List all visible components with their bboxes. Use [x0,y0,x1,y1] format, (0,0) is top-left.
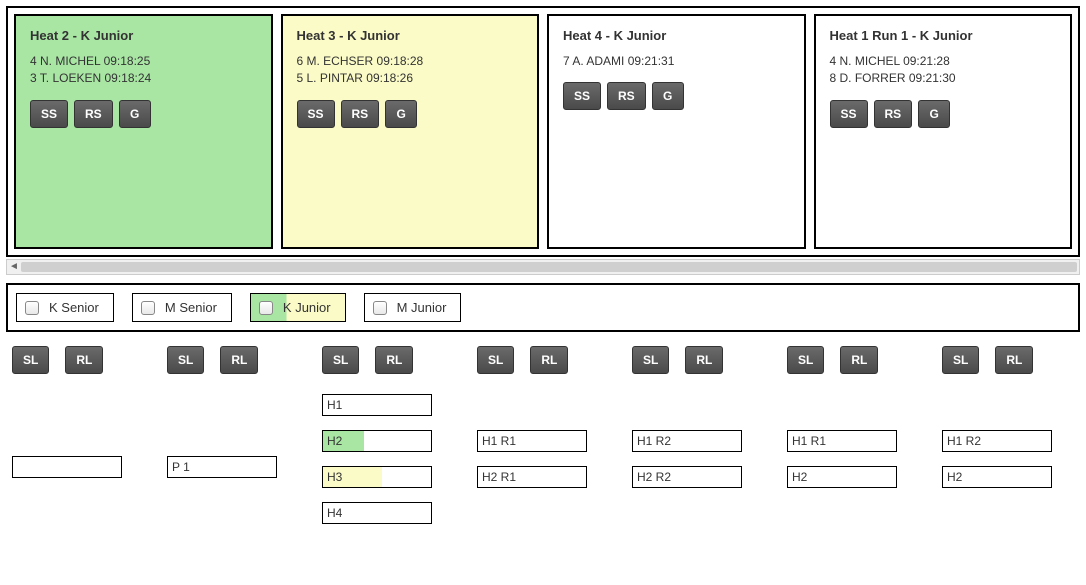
scroll-left-icon[interactable]: ◄ [9,260,19,274]
checkbox-icon[interactable] [373,301,387,315]
horizontal-scrollbar[interactable]: ◄ [6,259,1080,275]
rl-button[interactable]: RL [995,346,1033,374]
heat-entry: 8 D. FORRER 09:21:30 [830,70,1057,87]
lane-cell-h1r2[interactable]: H1 R2 [942,430,1052,452]
sl-button[interactable]: SL [632,346,669,374]
checkbox-icon[interactable] [25,301,39,315]
lane-cell-h1r1[interactable]: H1 R1 [477,430,587,452]
ss-button[interactable]: SS [30,100,68,128]
lane-col-3: SL RL H1 R1 H2 R1 [477,346,632,538]
lane-col-5: SL RL H1 R1 H2 [787,346,942,538]
sl-button[interactable]: SL [787,346,824,374]
lane-cell-h1r2[interactable]: H1 R2 [632,430,742,452]
g-button[interactable]: G [918,100,950,128]
heat-button-row: SS RS G [297,100,524,128]
rs-button[interactable]: RS [341,100,380,128]
rs-button[interactable]: RS [74,100,113,128]
filter-label: K Junior [283,300,331,315]
heat-title: Heat 1 Run 1 - K Junior [830,28,1057,43]
lane-cell-h4[interactable]: H4 [322,502,432,524]
heat-entry: 4 N. MICHEL 09:21:28 [830,53,1057,70]
sl-button[interactable]: SL [12,346,49,374]
rl-button[interactable]: RL [530,346,568,374]
heat-entry: 5 L. PINTAR 09:18:26 [297,70,524,87]
lane-cell-h1[interactable]: H1 [322,394,432,416]
lane-col-4: SL RL H1 R2 H2 R2 [632,346,787,538]
filter-label: M Junior [397,300,447,315]
lane-col-2: SL RL H1 H2 H3 H4 [322,346,477,538]
heat-entry: 3 T. LOEKEN 09:18:24 [30,70,257,87]
lane-columns: SL RL SL RL P 1 SL RL H1 H2 H3 H4 [12,346,1080,538]
heat-title: Heat 4 - K Junior [563,28,790,43]
lane-col-0: SL RL [12,346,167,538]
checkbox-icon[interactable] [259,301,273,315]
rl-button[interactable]: RL [685,346,723,374]
lane-cell-h3[interactable]: H3 [322,466,432,488]
g-button[interactable]: G [385,100,417,128]
rs-button[interactable]: RS [874,100,913,128]
ss-button[interactable]: SS [297,100,335,128]
filter-frame: K Senior M Senior K Junior M Junior [6,283,1080,332]
g-button[interactable]: G [119,100,151,128]
heat-entry: 7 A. ADAMI 09:21:31 [563,53,790,70]
checkbox-icon[interactable] [141,301,155,315]
rl-button[interactable]: RL [65,346,103,374]
sl-button[interactable]: SL [942,346,979,374]
lane-col-6: SL RL H1 R2 H2 [942,346,1086,538]
heat-button-row: SS RS G [830,100,1057,128]
heat-entry: 6 M. ECHSER 09:18:28 [297,53,524,70]
rs-button[interactable]: RS [607,82,646,110]
heat-row: Heat 2 - K Junior 4 N. MICHEL 09:18:25 3… [14,14,1072,249]
lane-cell-h2r2[interactable]: H2 R2 [632,466,742,488]
heat-button-row: SS RS G [30,100,257,128]
ss-button[interactable]: SS [563,82,601,110]
empty-cell[interactable] [12,456,122,478]
heat-card-4: Heat 4 - K Junior 7 A. ADAMI 09:21:31 SS… [547,14,806,249]
lane-cell-h2[interactable]: H2 [787,466,897,488]
filter-label: K Senior [49,300,99,315]
sl-button[interactable]: SL [167,346,204,374]
scroll-thumb[interactable] [21,262,1077,272]
lane-grid: SL RL SL RL P 1 SL RL H1 H2 H3 H4 [6,346,1080,538]
sl-button[interactable]: SL [322,346,359,374]
g-button[interactable]: G [652,82,684,110]
filter-k-junior[interactable]: K Junior [250,293,346,322]
filter-label: M Senior [165,300,217,315]
heat-button-row: SS RS G [563,82,790,110]
filter-k-senior[interactable]: K Senior [16,293,114,322]
lane-col-1: SL RL P 1 [167,346,322,538]
heats-frame: Heat 2 - K Junior 4 N. MICHEL 09:18:25 3… [6,6,1080,257]
ss-button[interactable]: SS [830,100,868,128]
heat-card-1-run-1: Heat 1 Run 1 - K Junior 4 N. MICHEL 09:2… [814,14,1073,249]
filter-m-senior[interactable]: M Senior [132,293,232,322]
heat-entry: 4 N. MICHEL 09:18:25 [30,53,257,70]
rl-button[interactable]: RL [840,346,878,374]
filter-m-junior[interactable]: M Junior [364,293,462,322]
rl-button[interactable]: RL [375,346,413,374]
sl-button[interactable]: SL [477,346,514,374]
lane-cell-p1[interactable]: P 1 [167,456,277,478]
rl-button[interactable]: RL [220,346,258,374]
lane-cell-h1r1[interactable]: H1 R1 [787,430,897,452]
heat-card-2: Heat 2 - K Junior 4 N. MICHEL 09:18:25 3… [14,14,273,249]
lane-cell-h2[interactable]: H2 [322,430,432,452]
heat-title: Heat 3 - K Junior [297,28,524,43]
heat-title: Heat 2 - K Junior [30,28,257,43]
lane-cell-h2[interactable]: H2 [942,466,1052,488]
heat-card-3: Heat 3 - K Junior 6 M. ECHSER 09:18:28 5… [281,14,540,249]
lane-cell-h2r1[interactable]: H2 R1 [477,466,587,488]
